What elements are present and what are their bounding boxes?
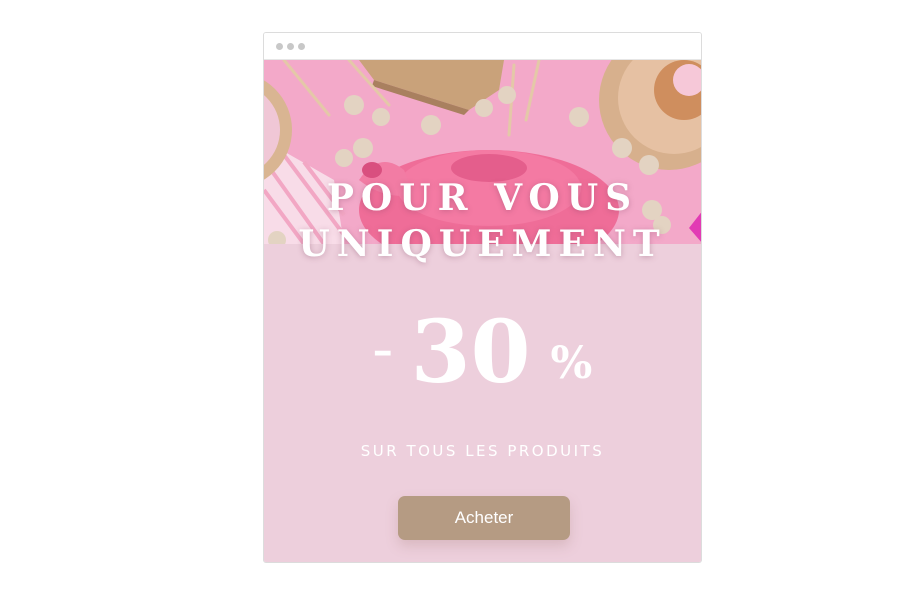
window-dot-icon xyxy=(276,42,283,50)
window-dot-icon xyxy=(298,42,305,50)
headline-line-1: POUR VOUS xyxy=(326,177,639,219)
discount-value: 30 xyxy=(410,302,531,403)
window-dot-icon xyxy=(287,42,294,50)
discount-block: –30% xyxy=(264,305,701,401)
browser-window: POUR VOUS UNIQUEMENT –30% SUR TOUS LES P… xyxy=(263,32,702,563)
discount-prefix: – xyxy=(372,327,393,374)
promo-popup: POUR VOUS UNIQUEMENT –30% SUR TOUS LES P… xyxy=(264,60,701,562)
discount-subline: SUR TOUS LES PRODUITS xyxy=(360,442,605,460)
window-titlebar xyxy=(264,33,701,60)
buy-button[interactable]: Acheter xyxy=(398,496,570,540)
discount-unit: % xyxy=(550,338,593,389)
headline-line-2: UNIQUEMENT xyxy=(298,223,667,265)
